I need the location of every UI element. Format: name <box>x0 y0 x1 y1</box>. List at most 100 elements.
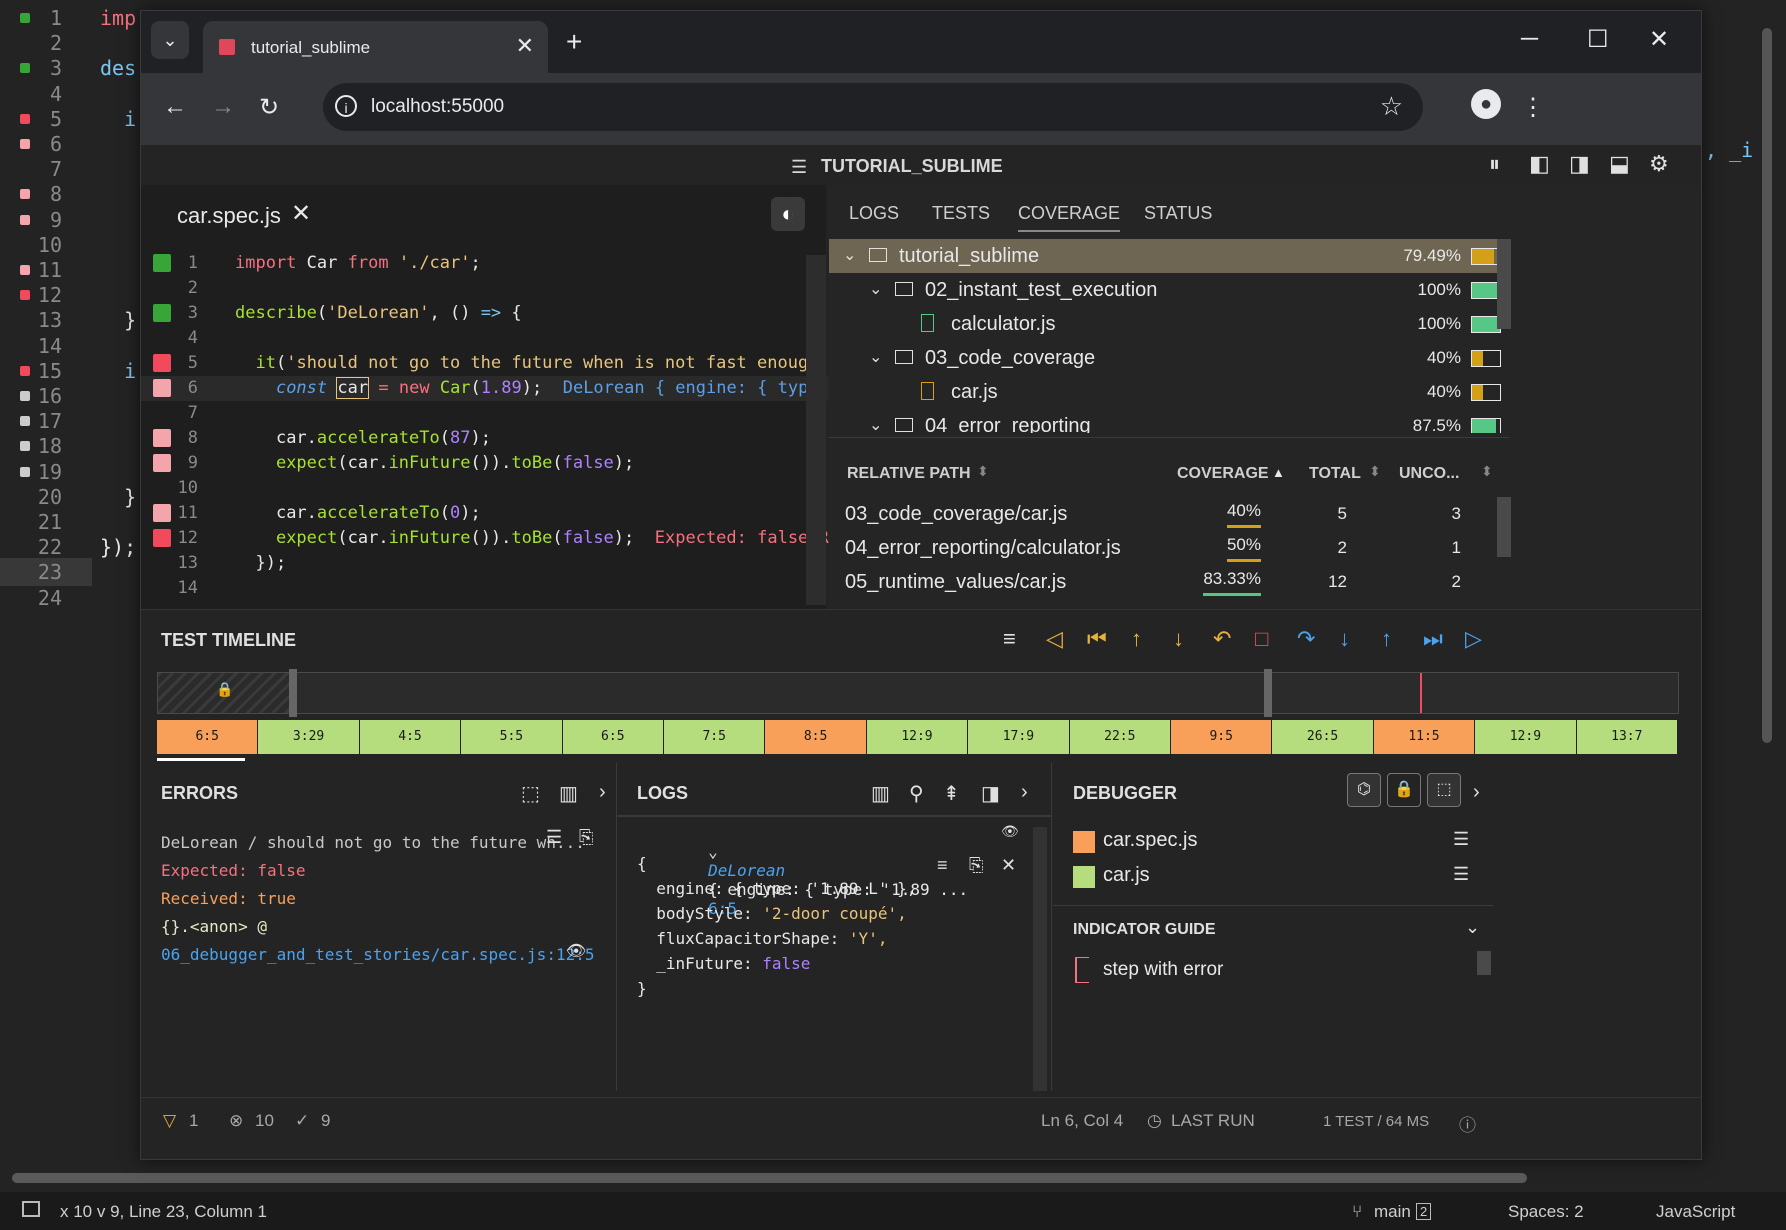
open-file-icon[interactable]: ☰ <box>1453 829 1469 850</box>
copy-icon[interactable]: ⎘ <box>969 855 983 876</box>
bg-editor-line[interactable]: 5 i <box>0 105 140 133</box>
profile-icon[interactable]: ● <box>1471 89 1501 119</box>
branch-name[interactable]: main <box>1374 1202 1411 1222</box>
box-icon[interactable]: ⬚ <box>521 781 540 806</box>
code-line[interactable]: 2 <box>141 276 831 301</box>
toggle-bottom-panel-icon[interactable]: ⬓ <box>1609 151 1630 177</box>
debugger-file[interactable]: car.spec.js ☰ <box>1073 829 1473 859</box>
indentation[interactable]: Spaces: 2 <box>1508 1202 1584 1222</box>
toggle-right-panel-icon[interactable]: ◨ <box>1569 151 1590 177</box>
pin-icon[interactable]: ⚲ <box>909 781 924 806</box>
chevron-down-icon[interactable]: ⌄ <box>869 341 882 375</box>
step-into-icon[interactable]: ↓ <box>1339 626 1350 652</box>
bg-editor-line[interactable]: 13 } <box>0 306 140 334</box>
range-start-handle[interactable] <box>289 669 297 717</box>
info-icon[interactable]: ⓘ <box>1459 1111 1476 1136</box>
debugger-scrollbar[interactable] <box>1477 951 1491 975</box>
failed-icon[interactable]: ⊗ <box>229 1111 243 1131</box>
code-line[interactable]: 6 const car = new Car(1.89); DeLorean { … <box>141 376 831 401</box>
vertical-scrollbar[interactable] <box>1762 28 1772 743</box>
back-button[interactable]: ← <box>163 93 187 121</box>
timeline-step[interactable]: 6:5 <box>157 720 259 754</box>
bg-editor-line[interactable]: 2 <box>0 29 140 57</box>
editor-tab-filename[interactable]: car.spec.js <box>177 203 281 229</box>
logs-scrollbar[interactable] <box>1033 827 1047 1091</box>
bg-editor-line[interactable]: 14 <box>0 332 140 360</box>
close-tab-icon[interactable]: ✕ <box>516 33 534 59</box>
inspect-icon[interactable]: ⬚ <box>1427 773 1461 807</box>
new-tab-button[interactable]: + <box>566 26 582 58</box>
timeline-step[interactable]: 12:9 <box>1475 720 1577 754</box>
table-scrollbar[interactable] <box>1497 497 1511 557</box>
sort-icon[interactable]: ⬍ <box>1369 463 1381 480</box>
theme-toggle-icon[interactable]: ◐ <box>771 197 805 231</box>
timeline-step[interactable]: 7:5 <box>664 720 766 754</box>
tab-logs[interactable]: LOGS <box>849 203 899 224</box>
timeline-step[interactable]: 12:9 <box>866 720 969 754</box>
code-line[interactable]: 5 it('should not go to the future when i… <box>141 351 831 376</box>
map-icon[interactable]: ▥ <box>559 781 578 806</box>
bg-editor-line[interactable]: 18 <box>0 432 140 460</box>
row-path[interactable]: 04_error_reporting/calculator.js <box>845 531 1121 565</box>
chevron-down-icon[interactable]: ⌄ <box>869 273 882 307</box>
timeline-step[interactable]: 17:9 <box>968 720 1070 754</box>
filter-icon[interactable]: ▽ <box>163 1111 176 1131</box>
stop-icon[interactable]: □ <box>1255 626 1268 652</box>
coverage-tree-row[interactable]: ⌄ 02_instant_test_execution 100% <box>829 273 1509 307</box>
code-line[interactable]: 12 expect(car.inFuture()).toBe(false); E… <box>141 526 831 551</box>
bg-editor-line[interactable]: 4 <box>0 80 140 108</box>
bg-editor-line[interactable]: 16 <box>0 382 140 410</box>
bookmark-star-icon[interactable]: ☆ <box>1380 91 1403 122</box>
coverage-tree-row[interactable]: ⌄ 04_error_reporting 87.5% <box>829 409 1509 433</box>
settings-gear-icon[interactable]: ⚙ <box>1649 151 1669 177</box>
code-line[interactable]: 4 <box>141 326 831 351</box>
bg-editor-line[interactable]: 19 <box>0 458 140 486</box>
table-row[interactable]: 03_code_coverage/car.js 40% 5 3 <box>829 497 1509 531</box>
range-end-handle[interactable] <box>1264 669 1272 717</box>
site-info-icon[interactable]: i <box>335 95 357 117</box>
close-icon[interactable]: ✕ <box>1001 855 1016 876</box>
error-link[interactable]: 06_debugger_and_test_stories/car.spec.js… <box>161 941 611 969</box>
col-relative-path[interactable]: RELATIVE PATH <box>847 465 971 483</box>
code-line[interactable]: 11 car.accelerateTo(0); <box>141 501 831 526</box>
col-total[interactable]: TOTAL <box>1309 465 1361 483</box>
code-line[interactable]: 8 car.accelerateTo(87); <box>141 426 831 451</box>
bg-editor-line[interactable]: 24 <box>0 584 140 612</box>
close-editor-tab-icon[interactable]: ✕ <box>291 199 311 228</box>
bg-editor-line[interactable]: 6 <box>0 130 140 158</box>
bg-editor-line[interactable]: 10 <box>0 231 140 259</box>
open-file-icon[interactable]: ☰ <box>1453 864 1469 885</box>
tab-tests[interactable]: TESTS <box>932 203 990 224</box>
step-back-out-icon[interactable]: ◁ <box>1046 626 1063 652</box>
bg-editor-line[interactable]: 20 } <box>0 483 140 511</box>
col-coverage[interactable]: COVERAGE <box>1177 465 1269 483</box>
sort-icon[interactable]: ⬍ <box>977 463 989 480</box>
code-line[interactable]: 9 expect(car.inFuture()).toBe(false); <box>141 451 831 476</box>
broadcast-icon[interactable]: ⌬ <box>1347 773 1381 807</box>
address-bar[interactable]: i localhost:55000 ☆ <box>323 83 1423 131</box>
bg-editor-line[interactable]: 23 <box>0 558 92 587</box>
sidebar-toggle-icon[interactable] <box>22 1201 40 1217</box>
chevron-down-icon[interactable]: ⌄ <box>869 409 882 433</box>
table-row[interactable]: 04_error_reporting/calculator.js 50% 2 1 <box>829 531 1509 565</box>
timeline-track[interactable]: 🔒 <box>157 669 1679 717</box>
timeline-step[interactable]: 26:5 <box>1272 720 1374 754</box>
bg-editor-line[interactable]: 9 <box>0 206 140 234</box>
timeline-step[interactable]: 9:5 <box>1171 720 1273 754</box>
chevron-down-icon[interactable]: ⌄ <box>1465 917 1480 938</box>
bg-editor-line[interactable]: 11 <box>0 256 140 284</box>
chevron-right-icon[interactable]: › <box>599 781 606 804</box>
indent-icon[interactable]: ☰ <box>546 827 562 848</box>
code-line[interactable]: 1 import Car from './car'; <box>141 251 831 276</box>
reverse-icon[interactable]: ↶ <box>1213 626 1231 652</box>
bg-editor-line[interactable]: 12 <box>0 281 140 309</box>
code-line[interactable]: 13 }); <box>141 551 831 576</box>
maximize-button[interactable]: ☐ <box>1587 25 1609 54</box>
close-window-button[interactable]: ✕ <box>1649 25 1669 54</box>
coverage-tree-row[interactable]: ⌄ 03_code_coverage 40% <box>829 341 1509 375</box>
chevron-right-icon[interactable]: › <box>1021 781 1028 804</box>
map-icon[interactable]: ▥ <box>871 781 890 806</box>
bg-editor-line[interactable]: 3 des <box>0 54 140 82</box>
chevron-right-icon[interactable]: › <box>1473 781 1480 804</box>
timeline-step[interactable]: 13:7 <box>1576 720 1678 754</box>
